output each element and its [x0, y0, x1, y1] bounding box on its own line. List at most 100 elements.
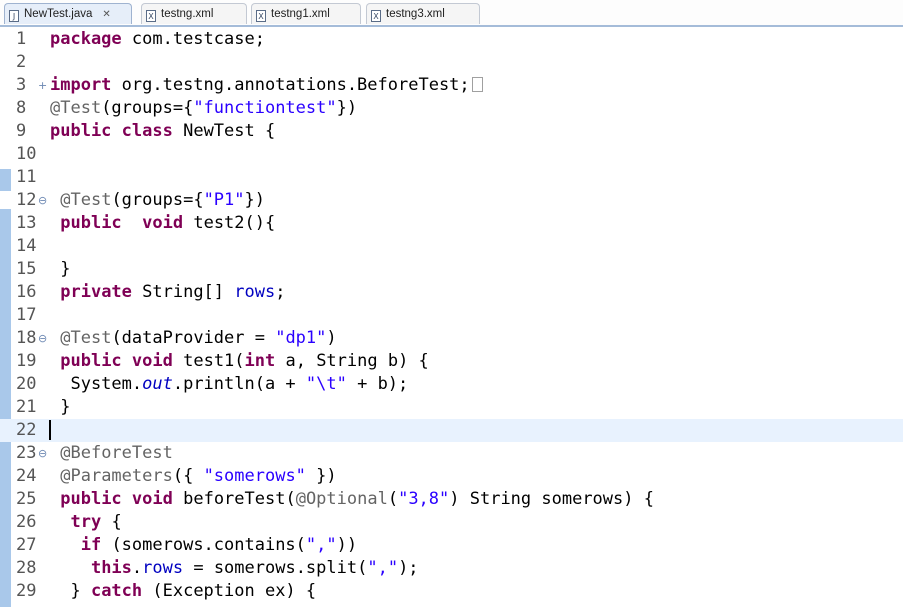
code-line[interactable]: 17	[0, 304, 903, 327]
line-number: 16	[16, 282, 37, 302]
code-line[interactable]: 26 try {	[0, 511, 903, 534]
code-token: public	[60, 489, 122, 509]
line-number: 13	[16, 213, 37, 233]
code-token: "dp1"	[275, 328, 327, 348]
code-text: } catch (Exception ex) {	[50, 580, 316, 603]
code-text: @BeforeTest	[50, 442, 173, 465]
code-line[interactable]: 10	[0, 143, 903, 166]
code-token: ) String somerows) {	[449, 489, 654, 509]
code-text: public class NewTest {	[50, 120, 275, 143]
code-line[interactable]: 23 ⊖ @BeforeTest	[0, 442, 903, 465]
line-number: 2	[16, 52, 27, 72]
code-token: catch	[90, 581, 143, 601]
code-token: )	[326, 328, 337, 348]
code-text: public void test1(int a, String b) {	[50, 350, 429, 373]
code-line[interactable]: 21 }	[0, 396, 903, 419]
code-line[interactable]: 12 ⊖ @Test(groups={"P1"})	[0, 189, 903, 212]
code-token: void	[142, 213, 184, 233]
code-token: ","	[305, 535, 337, 555]
collapse-fold-icon[interactable]: ⊖	[38, 189, 47, 212]
code-token: (somerows.contains(	[101, 535, 306, 555]
collapsed-region-icon[interactable]	[471, 77, 483, 92]
tab-testng1-xml[interactable]: Xtestng1.xml	[251, 3, 361, 24]
code-token: void	[131, 489, 173, 509]
tab-label: NewTest.java	[24, 8, 93, 20]
code-token: "somerows"	[203, 466, 306, 486]
code-token: ))	[336, 535, 358, 555]
line-number: 28	[16, 558, 37, 578]
tab-testng3-xml[interactable]: Xtestng3.xml	[366, 3, 480, 24]
code-token: })	[336, 98, 358, 118]
code-token: "P1"	[203, 190, 245, 210]
code-token: );	[398, 558, 419, 578]
code-line[interactable]: 28 this.rows = somerows.split(",");	[0, 557, 903, 580]
line-number: 8	[16, 98, 27, 118]
code-token: @Test	[60, 190, 112, 210]
code-line[interactable]: 20 System.out.println(a + "\t" + b);	[0, 373, 903, 396]
code-line[interactable]: 2	[0, 51, 903, 74]
code-line[interactable]: 24 @Parameters({ "somerows" })	[0, 465, 903, 488]
code-token: System.	[50, 374, 143, 394]
code-token: }	[50, 259, 71, 279]
code-token: (groups={	[111, 190, 204, 210]
code-token: NewTest {	[172, 121, 276, 141]
code-line[interactable]: 22	[0, 419, 903, 442]
tab-newtest-java[interactable]: J NewTest.java ✕	[4, 3, 132, 24]
line-number: 1	[16, 29, 27, 49]
code-line[interactable]: 29 } catch (Exception ex) {	[0, 580, 903, 603]
code-text: public void beforeTest(@Optional("3,8") …	[50, 488, 654, 511]
expand-fold-icon[interactable]: +	[38, 74, 47, 97]
code-token: .println(a +	[172, 374, 306, 394]
line-number: 20	[16, 374, 37, 394]
code-line[interactable]: 18 ⊖ @Test(dataProvider = "dp1")	[0, 327, 903, 350]
code-line[interactable]: 16 private String[] rows;	[0, 281, 903, 304]
code-line[interactable]: 8 @Test(groups={"functiontest"})	[0, 97, 903, 120]
code-token: .	[131, 558, 143, 578]
text-cursor	[49, 420, 51, 440]
code-line[interactable]: 25 public void beforeTest(@Optional("3,8…	[0, 488, 903, 511]
code-line[interactable]: 11	[0, 166, 903, 189]
line-number: 9	[16, 121, 27, 141]
code-text: @Parameters({ "somerows" })	[50, 465, 336, 488]
code-token: com.testcase;	[121, 29, 265, 49]
code-token: (	[387, 489, 399, 509]
tab-testng-xml[interactable]: Xtestng.xml	[141, 3, 247, 24]
code-text: this.rows = somerows.split(",");	[50, 557, 419, 580]
code-text: @Test(groups={"functiontest"})	[50, 97, 357, 120]
code-line[interactable]: 9 public class NewTest {	[0, 120, 903, 143]
tab-label: testng.xml	[161, 8, 214, 20]
code-token: private	[60, 282, 132, 302]
code-line[interactable]: 27 if (somerows.contains(","))	[0, 534, 903, 557]
code-editor[interactable]: 1 package com.testcase; 2 3 + import org.test…	[0, 27, 903, 607]
line-number: 10	[16, 144, 37, 164]
code-token: org.testng.annotations.BeforeTest;	[111, 75, 470, 95]
code-line[interactable]: 19 public void test1(int a, String b) {	[0, 350, 903, 373]
code-token: rows	[234, 282, 276, 302]
code-line[interactable]: 13 public void test2(){	[0, 212, 903, 235]
collapse-fold-icon[interactable]: ⊖	[38, 442, 47, 465]
code-line[interactable]: 3 + import org.testng.annotations.BeforeTe…	[0, 74, 903, 97]
code-token: (dataProvider =	[111, 328, 276, 348]
xml-file-icon: X	[146, 10, 156, 22]
code-text: System.out.println(a + "\t" + b);	[50, 373, 408, 396]
code-line[interactable]: 15 }	[0, 258, 903, 281]
code-text: }	[50, 258, 70, 281]
line-number: 21	[16, 397, 37, 417]
code-line[interactable]: 1 package com.testcase;	[0, 28, 903, 51]
collapse-fold-icon[interactable]: ⊖	[38, 327, 47, 350]
code-token: String[]	[131, 282, 235, 302]
code-token: int	[244, 351, 276, 371]
code-token: @Test	[60, 328, 112, 348]
code-line[interactable]: 14	[0, 235, 903, 258]
code-token: ;	[275, 282, 286, 302]
line-number: 19	[16, 351, 37, 371]
close-icon[interactable]: ✕	[102, 5, 110, 25]
code-text: }	[50, 396, 70, 419]
line-number: 17	[16, 305, 37, 325]
